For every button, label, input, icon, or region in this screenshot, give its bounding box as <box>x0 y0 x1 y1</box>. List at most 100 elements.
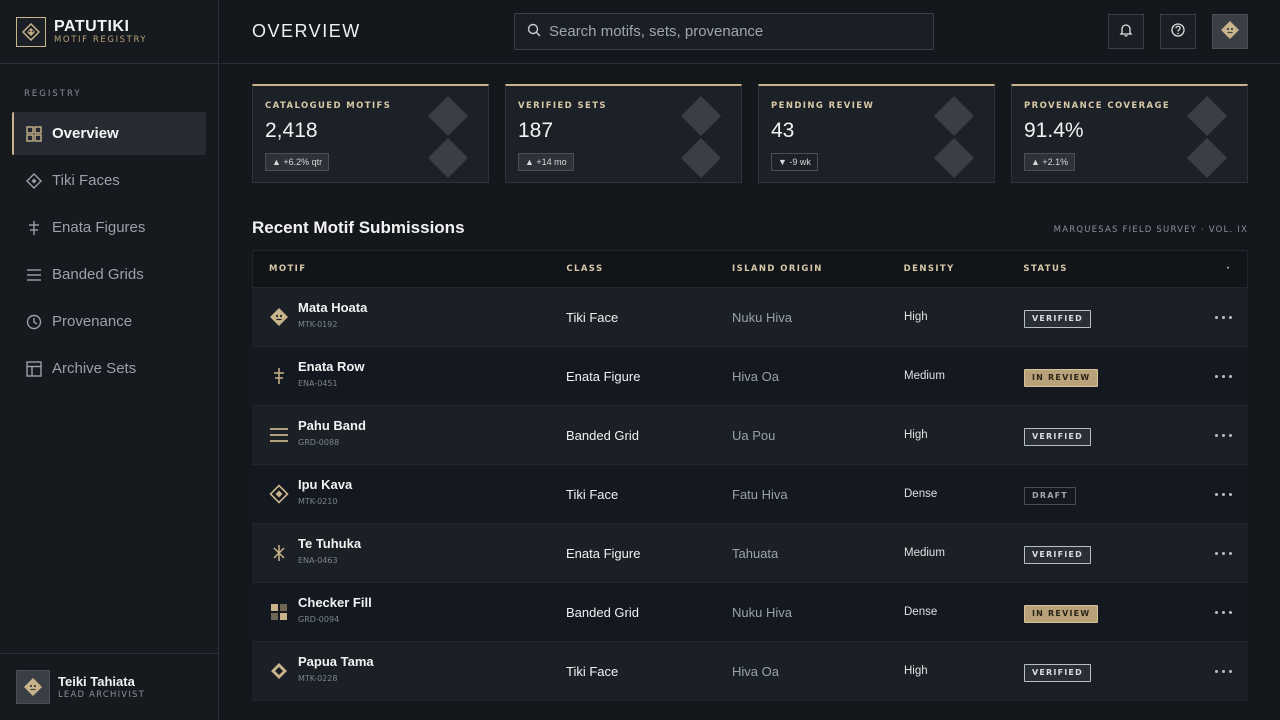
stat-delta-badge: ▲ +14 mo <box>518 153 574 171</box>
column-header-origin[interactable]: ISLAND ORIGIN <box>732 264 904 274</box>
motif-name: Papua Tama <box>298 654 374 669</box>
sidebar-item-enata-figures[interactable]: Enata Figures <box>12 206 206 249</box>
sidebar-item-archive-sets[interactable]: Archive Sets <box>12 347 206 390</box>
brand[interactable]: PATUTIKI MOTIF REGISTRY <box>0 0 218 64</box>
brand-logo-icon <box>16 16 46 47</box>
motif-class: Banded Grid <box>566 427 639 443</box>
stat-card-pending-review[interactable]: PENDING REVIEW 43 ▼ -9 wk <box>758 84 995 183</box>
figure-icon <box>268 365 290 387</box>
table-row[interactable]: Mata Hoata MTK-0192 Tiki Face Nuku Hiva … <box>252 288 1248 347</box>
brand-subtitle: MOTIF REGISTRY <box>54 34 148 45</box>
motif-origin: Hiva Oa <box>732 663 779 679</box>
row-more-button[interactable] <box>1174 669 1248 673</box>
user-profile[interactable]: Teiki Tahiata LEAD ARCHIVIST <box>0 653 218 720</box>
motif-density: Medium <box>904 370 945 382</box>
search-box[interactable] <box>514 13 934 50</box>
sidebar-item-label: Enata Figures <box>52 219 146 236</box>
motif-code: ENA-0451 <box>298 379 338 388</box>
clock-icon <box>26 314 42 330</box>
search-input[interactable] <box>549 23 929 40</box>
motif-density: High <box>904 311 928 323</box>
stat-value: 187 <box>518 119 554 142</box>
search-icon <box>527 22 541 41</box>
motif-density: High <box>904 665 928 677</box>
column-header-class[interactable]: CLASS <box>566 264 732 274</box>
motif-density: High <box>904 429 928 441</box>
motif-origin: Nuku Hiva <box>732 309 792 325</box>
stat-card-catalogued-motifs[interactable]: CATALOGUED MOTIFS 2,418 ▲ +6.2% qtr <box>252 84 489 183</box>
status-badge: IN REVIEW <box>1024 604 1099 623</box>
table-row[interactable]: Ipu Kava MTK-0210 Tiki Face Fatu Hiva De… <box>252 465 1248 524</box>
sidebar-item-label: Banded Grids <box>52 266 144 283</box>
motif-class: Tiki Face <box>566 486 619 502</box>
help-button[interactable] <box>1160 14 1196 49</box>
stat-label: CATALOGUED MOTIFS <box>265 101 392 111</box>
motif-class: Banded Grid <box>566 604 639 620</box>
sidebar-item-tiki-faces[interactable]: Tiki Faces <box>12 159 206 202</box>
row-more-button[interactable] <box>1174 492 1248 496</box>
column-header-more: · <box>1226 264 1231 274</box>
motif-origin: Nuku Hiva <box>732 604 792 620</box>
motif-class: Enata Figure <box>566 368 641 384</box>
stat-delta-badge: ▲ +6.2% qtr <box>265 153 330 171</box>
top-header: OVERVIEW <box>220 0 1280 64</box>
table-row[interactable]: Checker Fill GRD-0094 Banded Grid Nuku H… <box>252 583 1248 642</box>
motif-origin: Tahuata <box>732 545 779 561</box>
motif-origin: Fatu Hiva <box>732 486 788 502</box>
motif-code: GRD-0094 <box>298 615 340 624</box>
more-dots-icon <box>1215 492 1232 496</box>
table-row[interactable]: Enata Row ENA-0451 Enata Figure Hiva Oa … <box>252 347 1248 406</box>
bands-icon <box>268 424 290 446</box>
column-header-status[interactable]: STATUS <box>1023 264 1173 274</box>
stat-delta-badge: ▲ +2.1% <box>1024 153 1076 171</box>
table-row[interactable]: Papua Tama MTK-0228 Tiki Face Hiva Oa Hi… <box>252 642 1248 701</box>
stat-delta-badge: ▼ -9 wk <box>771 153 818 171</box>
status-badge: VERIFIED <box>1024 309 1091 328</box>
sidebar-item-overview[interactable]: Overview <box>12 112 206 155</box>
motif-code: MTK-0192 <box>298 320 338 329</box>
motif-class: Tiki Face <box>566 309 619 325</box>
table-row[interactable]: Te Tuhuka ENA-0463 Enata Figure Tahuata … <box>252 524 1248 583</box>
stat-card-verified-sets[interactable]: VERIFIED SETS 187 ▲ +14 mo <box>505 84 742 183</box>
column-header-motif[interactable]: MOTIF <box>253 264 566 274</box>
help-icon <box>1171 22 1185 41</box>
avatar-icon <box>1220 20 1240 44</box>
nav-section-label: REGISTRY <box>24 89 82 99</box>
status-badge: VERIFIED <box>1024 427 1091 446</box>
stat-card-provenance-coverage[interactable]: PROVENANCE COVERAGE 91.4% ▲ +2.1% <box>1011 84 1248 183</box>
profile-button[interactable] <box>1212 14 1248 49</box>
more-dots-icon <box>1215 669 1232 673</box>
column-header-density[interactable]: DENSITY <box>904 264 1024 274</box>
motif-class: Tiki Face <box>566 663 619 679</box>
row-more-button[interactable] <box>1174 433 1248 437</box>
motif-origin: Hiva Oa <box>732 368 779 384</box>
motif-name: Te Tuhuka <box>298 536 362 551</box>
bell-icon <box>1119 22 1133 41</box>
sidebar-item-label: Overview <box>52 125 119 142</box>
motif-density: Medium <box>904 547 945 559</box>
motif-name: Pahu Band <box>298 418 366 433</box>
row-more-button[interactable] <box>1174 374 1248 378</box>
section-meta: MARQUESAS FIELD SURVEY · VOL. IX <box>1053 225 1248 235</box>
more-dots-icon <box>1215 374 1232 378</box>
row-more-button[interactable] <box>1174 551 1248 555</box>
notifications-button[interactable] <box>1108 14 1144 49</box>
motif-name: Enata Row <box>298 359 365 374</box>
sidebar-item-label: Tiki Faces <box>52 172 120 189</box>
stat-value: 2,418 <box>265 119 318 142</box>
motif-name: Checker Fill <box>298 595 372 610</box>
diamond-pattern-icon <box>428 96 468 178</box>
submissions-table: MOTIF CLASS ISLAND ORIGIN DENSITY STATUS… <box>252 250 1248 701</box>
status-badge: DRAFT <box>1024 486 1076 505</box>
more-dots-icon <box>1215 551 1232 555</box>
row-more-button[interactable] <box>1174 315 1248 319</box>
table-row[interactable]: Pahu Band GRD-0088 Banded Grid Ua Pou Hi… <box>252 406 1248 465</box>
sidebar-item-provenance[interactable]: Provenance <box>12 300 206 343</box>
motif-density: Dense <box>904 606 938 618</box>
sidebar-item-banded-grids[interactable]: Banded Grids <box>12 253 206 296</box>
sidebar: PATUTIKI MOTIF REGISTRY REGISTRY Overvie… <box>0 0 219 720</box>
row-more-button[interactable] <box>1174 610 1248 614</box>
status-badge: VERIFIED <box>1024 545 1091 564</box>
more-dots-icon <box>1215 610 1232 614</box>
diamond-outline-icon <box>268 483 290 505</box>
